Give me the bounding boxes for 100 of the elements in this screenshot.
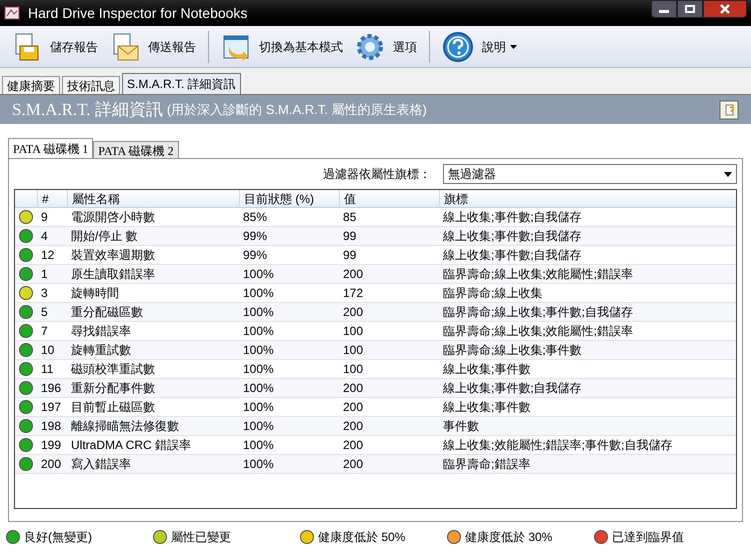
table-cell-text: 99% xyxy=(242,228,268,245)
filter-label: 過濾器依屬性旗標： xyxy=(323,166,431,183)
table-row[interactable]: 12 裝置效率週期數 99% 99 線上收集;事件數;自我儲存 xyxy=(15,246,736,265)
table-cell-text: 事件數 xyxy=(442,418,480,435)
toolbar-button[interactable]: 說明 xyxy=(438,28,521,64)
table-cell-text: 100% xyxy=(242,399,275,416)
table-cell-text: 100% xyxy=(242,266,275,283)
table-cell-text: 臨界壽命;線上收集;效能屬性;錯誤率 xyxy=(442,266,634,283)
table-cell-text: 199 xyxy=(40,437,62,454)
toolbar-button[interactable]: 儲存報告 xyxy=(8,28,102,64)
header-subtitle: (用於深入診斷的 S.M.A.R.T. 屬性的原生表格) xyxy=(166,100,427,119)
table-row[interactable]: 199 UltraDMA CRC 錯誤率 100% 200 線上收集;效能屬性;錯誤率;事件數;自我儲存 xyxy=(15,436,736,455)
app-icon xyxy=(4,5,20,21)
table-row[interactable]: 7 尋找錯誤率 100% 100 臨界壽命;線上收集;效能屬性;錯誤率 xyxy=(15,322,736,341)
table-cell-text: 線上收集;事件數;自我儲存 xyxy=(442,228,583,245)
tab[interactable]: S.M.A.R.T. 詳細資訊 xyxy=(122,73,241,94)
table-cell-text: 臨界壽命;錯誤率 xyxy=(442,456,532,473)
table-row[interactable]: 11 磁頭校準重試數 100% 100 線上收集;事件數 xyxy=(15,360,736,379)
drive-tab[interactable]: PATA 磁碟機 2 xyxy=(93,141,179,158)
dropdown-arrow-icon xyxy=(724,172,732,176)
table-cell-text: 100% xyxy=(242,323,275,340)
minimize-button[interactable] xyxy=(651,0,677,18)
close-button[interactable] xyxy=(703,0,747,18)
legend-label: 健康度低於 30% xyxy=(465,529,552,546)
table-cell-text: 線上收集;事件數;自我儲存 xyxy=(442,247,583,264)
table-cell-text: 線上收集;事件數;自我儲存 xyxy=(442,380,583,397)
table-row[interactable]: 4 開始/停止 數 99% 99 線上收集;事件數;自我儲存 xyxy=(15,227,736,246)
table-cell-text: 100% xyxy=(242,456,275,473)
table-row[interactable]: 198 離線掃瞄無法修復數 100% 200 事件數 xyxy=(15,417,736,436)
settings-icon xyxy=(355,32,385,62)
table-cell-text: 尋找錯誤率 xyxy=(70,323,132,340)
table-cell-text: 目前暫止磁區數 xyxy=(70,399,156,416)
table-cell-text: 172 xyxy=(342,285,364,302)
table-cell-text: 重分配磁區數 xyxy=(70,304,144,321)
table-cell-text: 100% xyxy=(242,342,275,359)
close-icon xyxy=(720,4,730,14)
table-row[interactable]: 5 重分配磁區數 100% 200 臨界壽命;線上收集;事件數;自我儲存 xyxy=(15,303,736,322)
table-cell-text: 100% xyxy=(242,418,275,435)
table-cell-text: 線上收集;事件數;自我儲存 xyxy=(442,209,583,226)
table-row[interactable]: 10 旋轉重試數 100% 100 臨界壽命;線上收集;事件數 xyxy=(15,341,736,360)
table-cell-text: 9 xyxy=(40,209,49,226)
table-cell-text: 200 xyxy=(40,456,62,473)
maximize-button[interactable] xyxy=(677,0,703,18)
table-cell-text: 99% xyxy=(242,247,268,264)
table-cell-text: 旋轉重試數 xyxy=(70,342,132,359)
table-cell-text: 1 xyxy=(40,266,49,283)
toolbar-button[interactable]: 切換為基本模式 xyxy=(217,28,347,64)
table-cell-text: 臨界壽命;線上收集;事件數;自我儲存 xyxy=(442,304,634,321)
table-cell-text: 100% xyxy=(242,380,275,397)
table-cell-text: 99 xyxy=(342,228,358,245)
table-cell-text: 99 xyxy=(342,247,358,264)
table-cell-text: 開始/停止 數 xyxy=(70,228,139,245)
table-cell-text: 臨界壽命;線上收集;事件數 xyxy=(442,342,583,359)
table-cell-text: 5 xyxy=(40,304,49,321)
table-row[interactable]: 196 重新分配事件數 100% 200 線上收集;事件數;自我儲存 xyxy=(15,379,736,398)
table-cell-text: 100 xyxy=(342,342,364,359)
caret-icon xyxy=(510,44,517,48)
table-cell-text: 3 xyxy=(40,285,49,302)
table-cell-text: 100 xyxy=(342,361,364,378)
filter-dropdown[interactable]: 無過濾器 xyxy=(443,164,737,184)
table-row[interactable]: 9 電源開啓小時數 85% 85 線上收集;事件數;自我儲存 xyxy=(15,208,736,227)
table-cell-text: 100% xyxy=(242,285,275,302)
table-cell-text: 線上收集;事件數 xyxy=(442,361,532,378)
table-cell-text: 7 xyxy=(40,323,49,340)
tab[interactable]: 技術訊息 xyxy=(62,76,120,94)
table-cell-text: 原生讀取錯誤率 xyxy=(70,266,156,283)
table-cell-text: 197 xyxy=(40,399,62,416)
legend-label: 良好(無變更) xyxy=(24,529,92,546)
table-cell-text: 4 xyxy=(40,228,49,245)
table-cell-text: 裝置效率週期數 xyxy=(70,247,156,264)
table-cell-text: 198 xyxy=(40,418,62,435)
table-row[interactable]: 1 原生讀取錯誤率 100% 200 臨界壽命;線上收集;效能屬性;錯誤率 xyxy=(15,265,736,284)
drive-tab[interactable]: PATA 磁碟機 1 xyxy=(8,138,94,158)
table-row[interactable]: 197 目前暫止磁區數 100% 200 線上收集;事件數 xyxy=(15,398,736,417)
table-row[interactable]: 3 旋轉時間 100% 172 臨界壽命;線上收集 xyxy=(15,284,736,303)
table-cell-text: 離線掃瞄無法修復數 xyxy=(70,418,180,435)
document-help-icon[interactable] xyxy=(719,100,739,120)
table-cell-text: 100 xyxy=(342,323,364,340)
table-cell-text: 200 xyxy=(342,437,364,454)
table-cell-text: 85% xyxy=(242,209,268,226)
table-cell-text: 200 xyxy=(342,456,364,473)
table-cell-text: 200 xyxy=(342,399,364,416)
table-cell-text: 12 xyxy=(40,247,56,264)
table-row[interactable]: 200 寫入錯誤率 100% 200 臨界壽命;錯誤率 xyxy=(15,455,736,474)
table-cell-text: 電源開啓小時數 xyxy=(70,209,156,226)
table-cell-text: 臨界壽命;線上收集 xyxy=(442,285,544,302)
toolbar-button[interactable]: 選項 xyxy=(351,28,421,64)
toolbar-button[interactable]: 傳送報告 xyxy=(106,28,200,64)
legend-label: 健康度低於 50% xyxy=(318,529,406,546)
table-cell-text: 200 xyxy=(342,266,364,283)
table-cell-text: 11 xyxy=(40,361,54,378)
table-cell-text: 寫入錯誤率 xyxy=(70,456,132,473)
table-cell-text: 磁頭校準重試數 xyxy=(70,361,156,378)
tab[interactable]: 健康摘要 xyxy=(2,76,60,94)
header-title: S.M.A.R.T. 詳細資訊 xyxy=(12,98,163,121)
table-cell-text: 100% xyxy=(242,437,275,454)
table-cell-text: 10 xyxy=(40,342,56,359)
table-cell-text: 196 xyxy=(40,380,62,397)
table-cell-text: 重新分配事件數 xyxy=(70,380,156,397)
legend-label: 已達到臨界值 xyxy=(612,529,684,546)
